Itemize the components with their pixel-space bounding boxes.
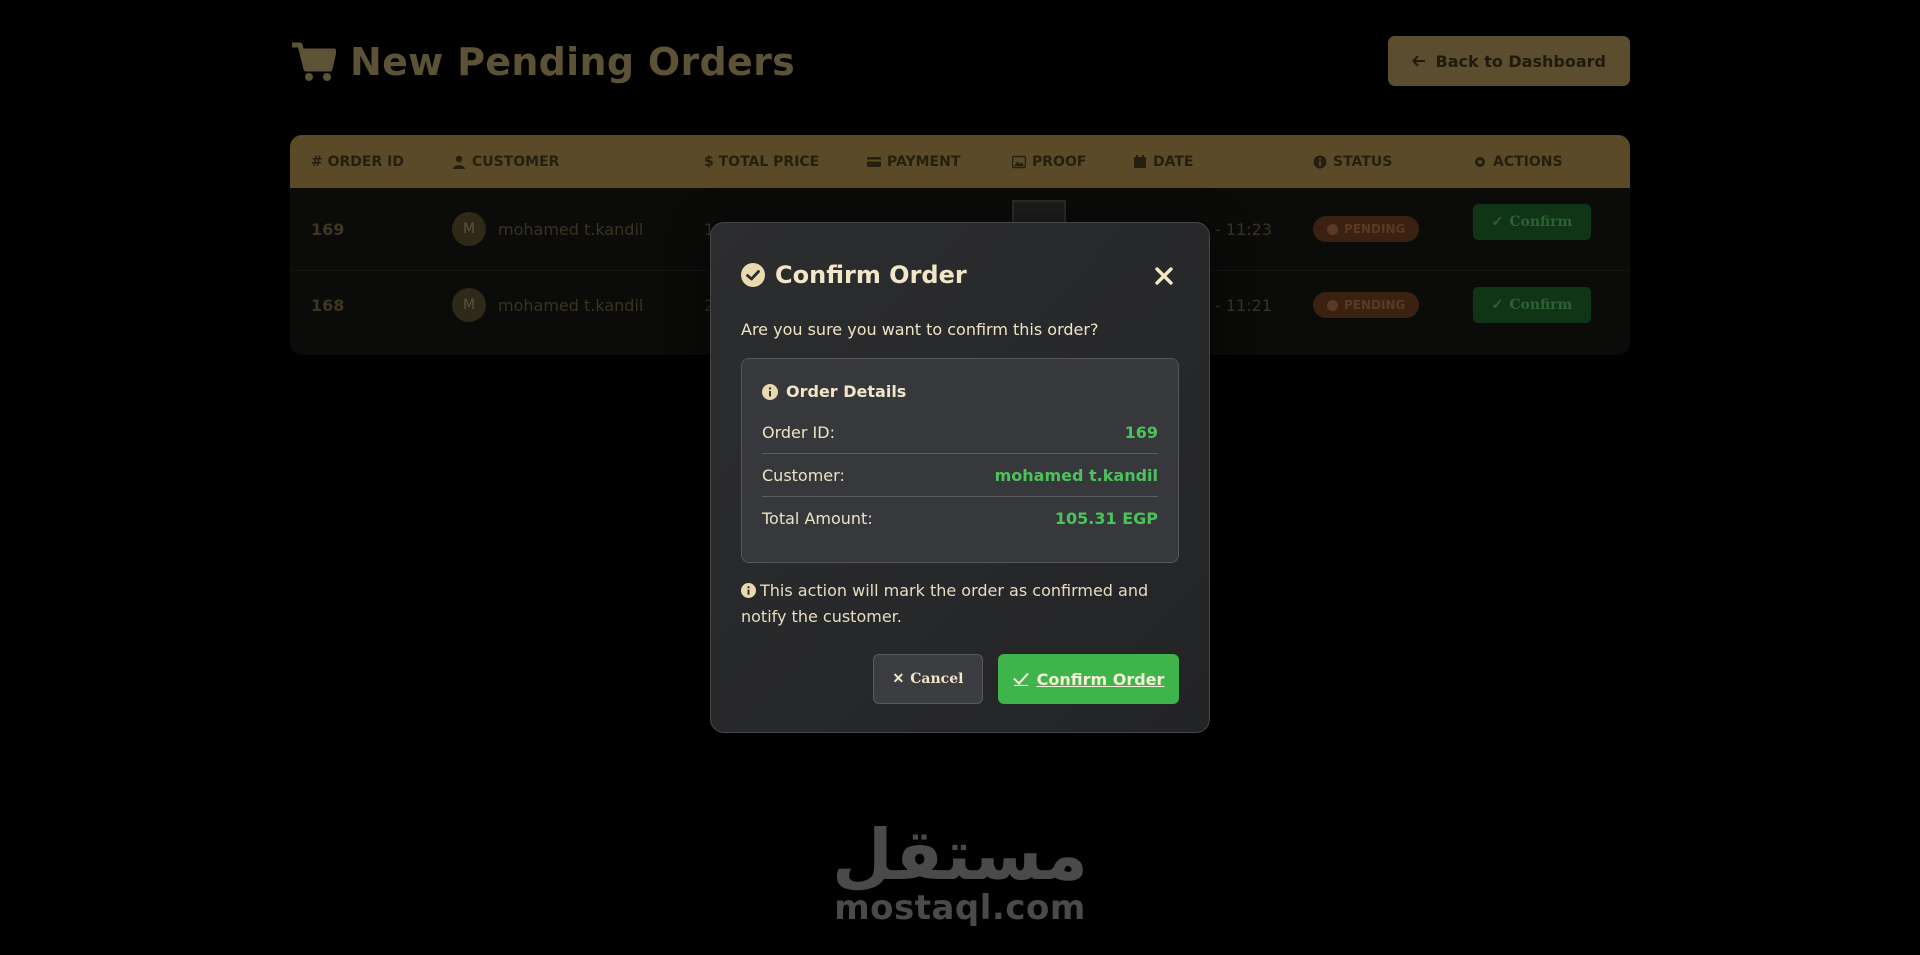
- column-header-status: STATUS: [1292, 135, 1452, 188]
- column-header-actions: ACTIONS: [1452, 135, 1630, 188]
- status-badge: PENDING: [1313, 292, 1420, 318]
- confirm-order-label: Confirm Order: [1036, 669, 1165, 689]
- column-header-total-price: $ TOTAL PRICE: [704, 153, 820, 170]
- row-confirm-button[interactable]: ✓ Confirm: [1473, 204, 1591, 240]
- row-confirm-button[interactable]: ✓ Confirm: [1473, 287, 1591, 323]
- cart-icon: [292, 42, 336, 81]
- customer-cell: M mohamed t.kandil: [431, 271, 683, 339]
- cancel-button[interactable]: ✕ Cancel: [873, 654, 983, 704]
- check-circle-icon: [741, 263, 765, 287]
- column-header-order-id: # ORDER ID: [311, 153, 404, 170]
- confirm-order-modal: Confirm Order Are you sure you want to c…: [710, 222, 1210, 733]
- page-title-text: New Pending Orders: [350, 40, 796, 84]
- column-header-date: DATE: [1112, 135, 1292, 188]
- detail-label: Order ID:: [762, 422, 835, 442]
- notice-text: This action will mark the order as confi…: [741, 581, 1149, 626]
- info-circle-icon: [762, 383, 778, 400]
- user-icon: [453, 155, 465, 169]
- order-details-box: Order Details Order ID: 169 Customer: mo…: [741, 358, 1179, 563]
- arrow-left-icon: [1411, 55, 1425, 67]
- column-header-payment: PAYMENT: [846, 135, 991, 188]
- detail-row-customer: Customer: mohamed t.kandil: [762, 454, 1158, 497]
- avatar: M: [452, 288, 486, 322]
- detail-row-total-amount: Total Amount: 105.31 EGP: [762, 497, 1158, 540]
- column-header-proof: PROOF: [991, 135, 1112, 188]
- confirm-notice: This action will mark the order as confi…: [741, 578, 1181, 630]
- watermark-logo: مستقل mostaql.com: [830, 820, 1090, 926]
- status-cell: PENDING: [1292, 271, 1452, 339]
- actions-cell: ✓ Confirm: [1452, 271, 1630, 339]
- avatar: M: [452, 212, 486, 246]
- info-circle-icon: [741, 583, 756, 598]
- column-header-customer: CUSTOMER: [431, 135, 683, 188]
- image-icon: [1012, 155, 1026, 168]
- detail-value: 105.31 EGP: [1054, 509, 1158, 528]
- calendar-icon: [1134, 154, 1146, 168]
- actions-cell: ✓ Confirm: [1452, 188, 1630, 270]
- check-icon: [1013, 673, 1029, 686]
- detail-value: mohamed t.kandil: [994, 465, 1158, 485]
- back-to-dashboard-button[interactable]: Back to Dashboard: [1387, 36, 1630, 86]
- close-modal-button[interactable]: [1151, 263, 1177, 289]
- detail-value: 169: [1124, 422, 1158, 442]
- status-badge: PENDING: [1313, 216, 1420, 242]
- cancel-label: Cancel: [910, 671, 964, 687]
- modal-title-text: Confirm Order: [775, 261, 967, 289]
- status-cell: PENDING: [1292, 188, 1452, 270]
- info-circle-icon: [1313, 155, 1327, 168]
- page-header: New Pending Orders Back to Dashboard: [290, 36, 1630, 92]
- table-header: # ORDER ID CUSTOMER $ TOTAL PRICE PAYMEN…: [290, 135, 1630, 188]
- page-title: New Pending Orders: [290, 40, 795, 84]
- close-icon: ✕: [892, 671, 905, 687]
- detail-row-order-id: Order ID: 169: [762, 411, 1158, 454]
- confirm-question: Are you sure you want to confirm this or…: [741, 320, 1099, 339]
- customer-name: mohamed t.kandil: [498, 295, 644, 315]
- watermark-latin: mostaql.com: [834, 888, 1086, 928]
- customer-cell: M mohamed t.kandil: [431, 188, 683, 270]
- confirm-order-button[interactable]: Confirm Order: [998, 654, 1179, 704]
- detail-label: Total Amount:: [762, 509, 873, 528]
- customer-name: mohamed t.kandil: [498, 219, 644, 239]
- gear-icon: [1475, 156, 1485, 167]
- watermark-arabic: مستقل: [831, 814, 1088, 896]
- close-icon: [1155, 267, 1173, 285]
- modal-title: Confirm Order: [741, 261, 967, 289]
- order-details-heading: Order Details: [762, 382, 1158, 401]
- detail-label: Customer:: [762, 465, 845, 485]
- order-id-cell: 168: [311, 295, 345, 315]
- back-to-dashboard-label: Back to Dashboard: [1435, 51, 1606, 71]
- order-id-cell: 169: [311, 219, 345, 239]
- credit-card-icon: [867, 156, 881, 167]
